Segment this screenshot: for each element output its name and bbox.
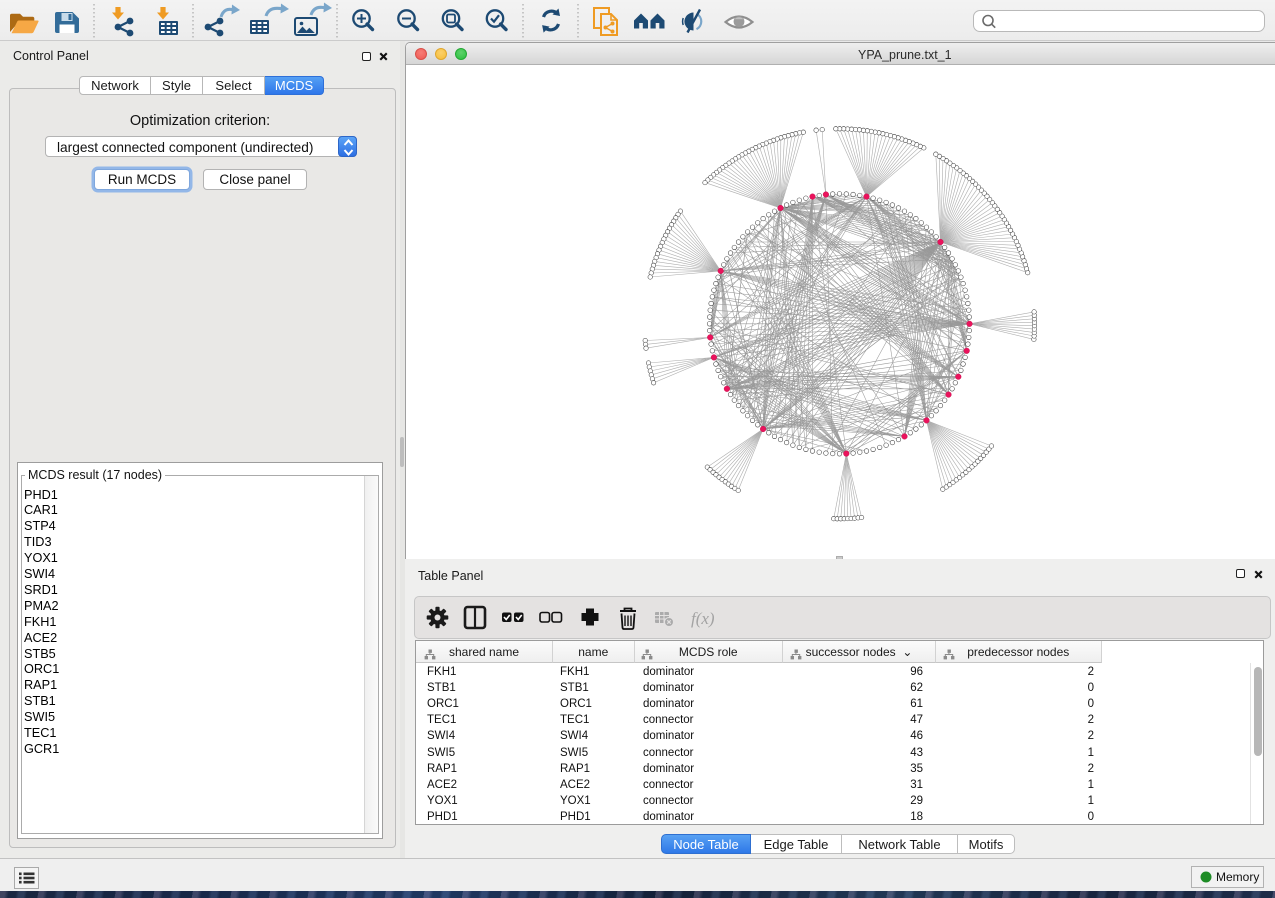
svg-text:f(x): f(x) [691, 609, 715, 628]
svg-text:Memory: Memory [1216, 870, 1259, 884]
